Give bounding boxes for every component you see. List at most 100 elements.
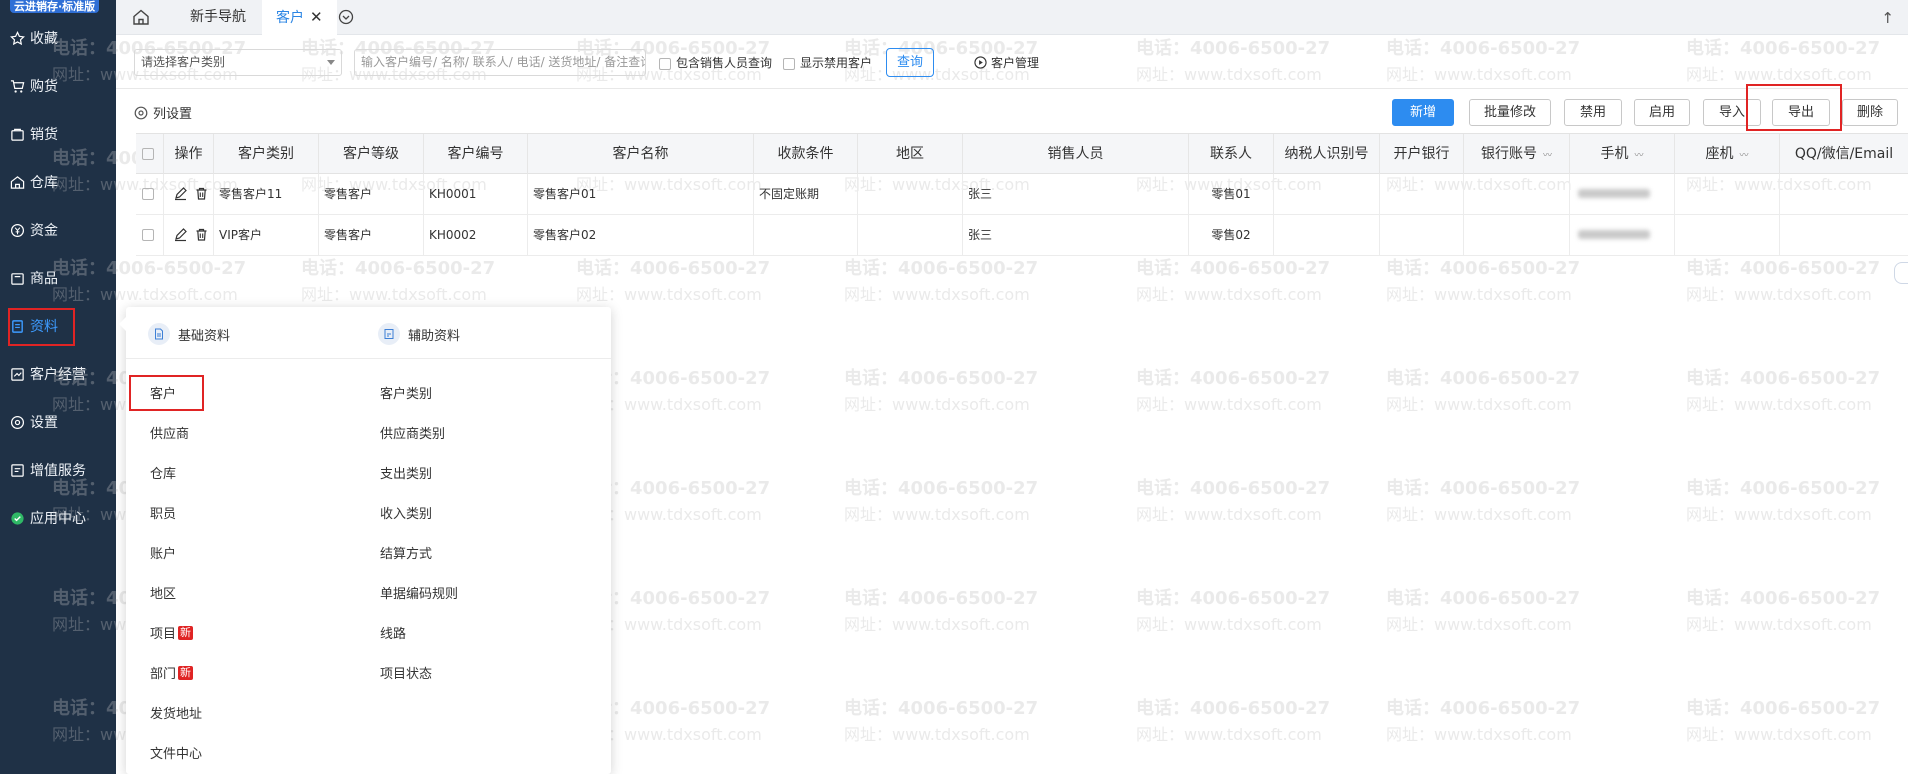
sidebar: 云进销存·标准版 收藏 购货 销货 仓库 资金 商品 资料 客户经营 设置 增值… (0, 0, 116, 774)
cell-code: KH0002 (424, 215, 528, 255)
include-sales-checkbox[interactable] (659, 58, 671, 70)
watermark-site: 网址：www.tdxsoft.com (844, 285, 1030, 304)
table-toolbar: 列设置 新增 批量修改 禁用 启用 导入 导出 删除 (116, 84, 1908, 133)
sidebar-item-funds[interactable]: 资金 (0, 210, 116, 250)
sidebar-item-customer-ops[interactable]: 客户经营 (0, 354, 116, 394)
col-header[interactable]: 开户银行 (1380, 134, 1464, 174)
sort-icon[interactable]: 〰 (1543, 151, 1552, 161)
sidebar-item-app-center[interactable]: 应用中心 (0, 498, 116, 538)
sidebar-item-goods[interactable]: 商品 (0, 258, 116, 298)
trash-icon[interactable] (194, 227, 209, 242)
menu-item-shipping-address[interactable]: 发货地址 (150, 703, 202, 722)
menu-item-supplier[interactable]: 供应商 (150, 423, 189, 442)
menu-item-expense-category[interactable]: 支出类别 (380, 463, 432, 482)
watermark-site: 网址：www.tdxsoft.com (1136, 285, 1322, 304)
col-header[interactable]: 银行账号〰 (1464, 134, 1570, 174)
menu-item-staff[interactable]: 职员 (150, 503, 176, 522)
col-header[interactable]: 座机〰 (1675, 134, 1780, 174)
menu-item-project-status[interactable]: 项目状态 (380, 663, 432, 682)
chat-icon[interactable] (1894, 262, 1908, 284)
select-all-checkbox[interactable] (142, 148, 154, 160)
watermark-phone: 电话：4006-6500-27 (844, 368, 1039, 389)
row-checkbox[interactable] (142, 188, 154, 200)
sidebar-item-warehouse[interactable]: 仓库 (0, 162, 116, 202)
add-button[interactable]: 新增 (1392, 99, 1454, 126)
menu-item-doc-code-rules[interactable]: 单据编码规则 (380, 583, 458, 602)
menu-item-supplier-category[interactable]: 供应商类别 (380, 423, 445, 442)
col-header[interactable]: QQ/微信/Email (1780, 134, 1908, 174)
sidebar-item-purchase[interactable]: 购货 (0, 66, 116, 106)
export-button[interactable]: 导出 (1772, 99, 1830, 126)
menu-item-department[interactable]: 部门新 (150, 663, 194, 682)
row-checkbox[interactable] (142, 229, 154, 241)
menu-item-settlement-method[interactable]: 结算方式 (380, 543, 432, 562)
sidebar-item-value-added[interactable]: 增值服务 (0, 450, 116, 490)
sidebar-item-settings[interactable]: 设置 (0, 402, 116, 442)
enable-button[interactable]: 启用 (1634, 99, 1690, 126)
sort-icon[interactable]: 〰 (1739, 151, 1748, 161)
table-row[interactable]: 零售客户11 零售客户 KH0001 零售客户01 不固定账期 张三 零售01 (136, 174, 1908, 215)
cell-qq (1780, 215, 1908, 255)
col-header[interactable]: 手机〰 (1570, 134, 1675, 174)
home-icon[interactable] (132, 8, 150, 26)
watermark-phone: 电话：4006-6500-27 (1136, 258, 1331, 279)
menu-item-route[interactable]: 线路 (380, 623, 406, 642)
watermark-site: 网址：www.tdxsoft.com (1386, 395, 1572, 414)
query-button[interactable]: 查询 (886, 48, 934, 77)
aux-data-header: 辅助资料 (378, 323, 460, 345)
cell-category: 零售客户11 (214, 174, 319, 214)
customer-category-select[interactable]: 请选择客户类别 (134, 49, 342, 76)
watermark-site: 网址：www.tdxsoft.com (1136, 725, 1322, 744)
tab-beginner-guide[interactable]: 新手导航 (176, 0, 260, 35)
col-header[interactable]: 客户类别 (214, 134, 319, 174)
row-select-cell (136, 174, 164, 214)
customer-management-link[interactable]: 客户管理 (974, 54, 1039, 71)
sidebar-item-label: 客户经营 (30, 367, 86, 383)
col-header[interactable]: 销售人员 (963, 134, 1189, 174)
menu-item-file-center[interactable]: 文件中心 (150, 743, 202, 762)
show-disabled-checkbox[interactable] (783, 58, 795, 70)
cell-bank (1380, 174, 1464, 214)
menu-item-customer-category[interactable]: 客户类别 (380, 383, 432, 402)
import-button[interactable]: 导入 (1703, 99, 1761, 126)
table-row[interactable]: VIP客户 零售客户 KH0002 零售客户02 张三 零售02 (136, 215, 1908, 256)
column-settings-button[interactable]: 列设置 (134, 103, 192, 122)
sort-icon[interactable]: 〰 (1634, 151, 1643, 161)
edit-icon[interactable] (173, 227, 188, 242)
close-icon[interactable]: ✕ (310, 8, 323, 26)
tab-customer[interactable]: 客户 ✕ (262, 0, 337, 35)
menu-item-region[interactable]: 地区 (150, 583, 176, 602)
sidebar-item-favorites[interactable]: 收藏 (0, 18, 116, 58)
watermark-site: 网址：www.tdxsoft.com (1686, 725, 1872, 744)
delete-button[interactable]: 删除 (1842, 99, 1898, 126)
chevron-down-circle-icon[interactable] (338, 9, 354, 25)
col-header[interactable]: 客户等级 (319, 134, 424, 174)
sidebar-item-label: 收藏 (30, 31, 58, 47)
cell-terms (754, 215, 858, 255)
batch-edit-button[interactable]: 批量修改 (1469, 99, 1551, 126)
menu-item-customer[interactable]: 客户 (150, 383, 176, 402)
star-icon (9, 30, 25, 46)
disable-button[interactable]: 禁用 (1564, 99, 1622, 126)
customer-search-input[interactable]: 输入客户编号/ 名称/ 联系人/ 电话/ 送货地址/ 备注查询 (354, 49, 646, 76)
menu-item-account[interactable]: 账户 (150, 543, 176, 562)
menu-item-project[interactable]: 项目新 (150, 623, 194, 642)
sidebar-item-data[interactable]: 资料 (0, 306, 116, 346)
cell-sales: 张三 (963, 174, 1189, 214)
col-header[interactable]: 纳税人识别号 (1274, 134, 1380, 174)
col-header[interactable]: 客户名称 (528, 134, 754, 174)
arrow-up-icon[interactable]: ↑ (1881, 9, 1894, 27)
edit-icon[interactable] (173, 186, 188, 201)
col-header[interactable]: 地区 (858, 134, 963, 174)
col-header[interactable]: 联系人 (1189, 134, 1274, 174)
sidebar-item-sales[interactable]: 销货 (0, 114, 116, 154)
col-header[interactable]: 客户编号 (424, 134, 528, 174)
col-header[interactable]: 收款条件 (754, 134, 858, 174)
menu-item-income-category[interactable]: 收入类别 (380, 503, 432, 522)
watermark-site: 网址：www.tdxsoft.com (1136, 505, 1322, 524)
service-icon (9, 462, 25, 478)
settings-circle-icon (134, 106, 148, 119)
menu-item-warehouse[interactable]: 仓库 (150, 463, 176, 482)
trash-icon[interactable] (194, 186, 209, 201)
watermark-phone: 电话：4006-6500-27 (301, 258, 496, 279)
